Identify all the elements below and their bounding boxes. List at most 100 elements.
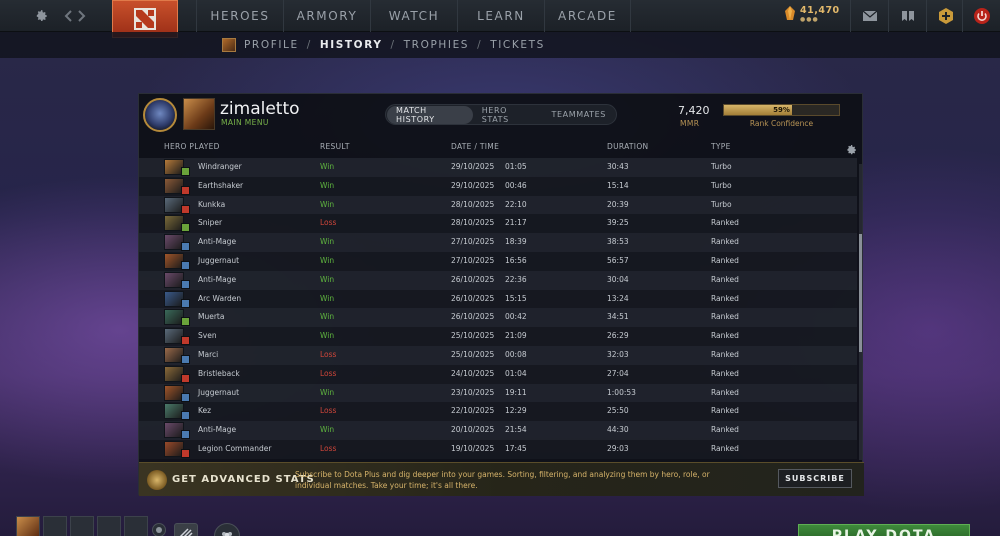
subnav-tickets[interactable]: TICKETS [490,39,545,51]
tab-match-history[interactable]: MATCH HISTORY [387,105,473,124]
mmr-label: MMR [680,119,700,128]
shards-balance[interactable]: 41,470 ●●● [784,5,840,23]
dota-plus-icon [938,8,953,24]
table-row[interactable]: Sven Win 25/10/2025 21:09 26:29 Ranked [139,327,857,346]
battle-cup-button[interactable] [174,523,198,536]
match-result: Win [320,199,335,209]
nav-arcade[interactable]: ARCADE [544,0,631,32]
match-date: 27/10/2025 [451,256,495,265]
subnav-profile[interactable]: PROFILE [244,39,299,51]
match-time: 17:45 [505,444,527,453]
party-slot-empty[interactable] [97,516,121,536]
power-button[interactable] [962,0,1000,32]
header-type[interactable]: TYPE [711,142,731,151]
role-badge-icon [181,411,190,421]
tab-hero-stats[interactable]: HERO STATS [473,106,543,124]
dota-plus-button[interactable] [926,0,964,32]
match-date: 20/10/2025 [451,425,495,435]
hero-name: Anti-Mage [198,425,237,435]
tab-teammates[interactable]: TEAMMATES [543,106,616,124]
match-duration: 30:04 [607,274,629,284]
table-row[interactable]: Arc Warden Win 26/10/2025 15:15 13:24 Ranked [139,289,857,309]
match-result: Win [320,162,335,171]
header-result[interactable]: RESULT [320,142,350,151]
hero-name: Anti-Mage [198,237,237,247]
table-row[interactable]: Juggernaut Win 27/10/2025 16:56 56:57 Ranked [139,252,857,271]
header-hero[interactable]: HERO PLAYED [164,142,220,151]
settings-gear-icon[interactable] [30,0,52,32]
nav-heroes[interactable]: HEROES [196,0,283,32]
table-row[interactable]: Legion Commander Loss 19/10/2025 17:45 29:03… [139,440,857,459]
party-slot-self[interactable] [16,516,40,536]
header-date[interactable]: DATE / TIME [451,142,499,151]
subscribe-button[interactable]: SUBSCRIBE [778,469,852,488]
match-duration: 30:43 [607,162,629,171]
subnav-trophies[interactable]: TROPHIES [404,39,469,51]
table-row[interactable]: Kunkka Win 28/10/2025 22:10 20:39 Turbo [139,195,857,215]
table-row[interactable]: Sniper Loss 28/10/2025 21:17 39:25 Ranked [139,214,857,234]
role-badge-icon [181,392,190,402]
nav-armory[interactable]: ARMORY [283,0,370,32]
match-time: 00:42 [505,312,527,322]
avatar[interactable] [183,98,215,130]
role-badge-icon [181,242,190,252]
profile-avatar-icon [222,38,236,52]
back-arrow-icon[interactable] [62,0,74,32]
table-row[interactable]: Muerta Win 26/10/2025 00:42 34:51 Ranked [139,308,857,328]
table-row[interactable]: Anti-Mage Win 26/10/2025 22:36 30:04 Ranked [139,270,857,290]
rank-confidence-percent: 59% [773,106,790,114]
table-row[interactable]: Earthshaker Win 29/10/2025 00:46 15:14 Turbo [139,176,857,196]
match-date: 29/10/2025 [451,180,495,190]
rank-medal-icon[interactable] [143,98,177,132]
role-badge-icon [181,204,190,214]
nav-learn[interactable]: LEARN [457,0,544,32]
hero-name: Legion Commander [198,444,272,453]
match-result: Loss [320,218,337,228]
match-result: Win [320,331,335,341]
subnav-separator: / [477,39,483,51]
hero-name: Marci [198,350,219,359]
mail-icon [862,10,877,21]
advanced-stats-banner: GET ADVANCED STATS Subscribe to Dota Plu… [139,462,864,496]
role-badge-icon [181,317,190,327]
table-row[interactable]: Kez Loss 22/10/2025 12:29 25:50 Ranked [139,402,857,422]
match-duration: 29:03 [607,444,629,453]
power-icon [973,8,990,24]
user-status: MAIN MENU [221,118,269,127]
match-time: 21:17 [505,218,527,228]
nav-watch[interactable]: WATCH [370,0,457,32]
match-duration: 56:57 [607,256,629,265]
mail-button[interactable] [850,0,888,32]
match-result: Loss [320,444,337,453]
hero-name: Bristleback [198,368,240,378]
hero-name: Kez [198,406,212,416]
scrollbar-thumb[interactable] [859,234,862,352]
table-row[interactable]: Windranger Win 29/10/2025 01:05 30:43 Turbo [139,158,857,177]
subnav-history[interactable]: HISTORY [320,39,383,51]
play-dota-button[interactable]: PLAY DOTA [798,524,970,536]
table-row[interactable]: Anti-Mage Win 27/10/2025 18:39 38:53 Ranked [139,233,857,252]
party-slot-empty[interactable] [124,516,148,536]
scrollbar[interactable] [859,164,862,460]
match-date: 24/10/2025 [451,368,495,378]
party-slot-empty[interactable] [43,516,67,536]
match-duration: 15:14 [607,180,629,190]
header-duration[interactable]: DURATION [607,142,648,151]
table-row[interactable]: Marci Loss 25/10/2025 00:08 32:03 Ranked [139,346,857,365]
match-type: Turbo [711,180,732,190]
voice-chat-button[interactable] [152,523,166,536]
match-result: Loss [320,406,337,416]
table-row[interactable]: Juggernaut Win 23/10/2025 19:11 1:00:53 Ranke… [139,383,857,403]
match-duration: 13:24 [607,293,629,303]
armory-button[interactable] [888,0,926,32]
table-row[interactable]: Anti-Mage Win 20/10/2025 21:54 44:30 Ranked [139,421,857,440]
match-time: 21:54 [505,425,527,435]
match-date: 26/10/2025 [451,274,495,284]
match-type: Turbo [711,199,732,209]
forward-arrow-icon[interactable] [76,0,88,32]
party-slot-empty[interactable] [70,516,94,536]
table-row[interactable]: Bristleback Loss 24/10/2025 01:04 27:04 Ranke… [139,364,857,384]
match-time: 01:04 [505,368,527,378]
role-badge-icon [181,298,190,308]
match-date: 26/10/2025 [451,293,495,303]
